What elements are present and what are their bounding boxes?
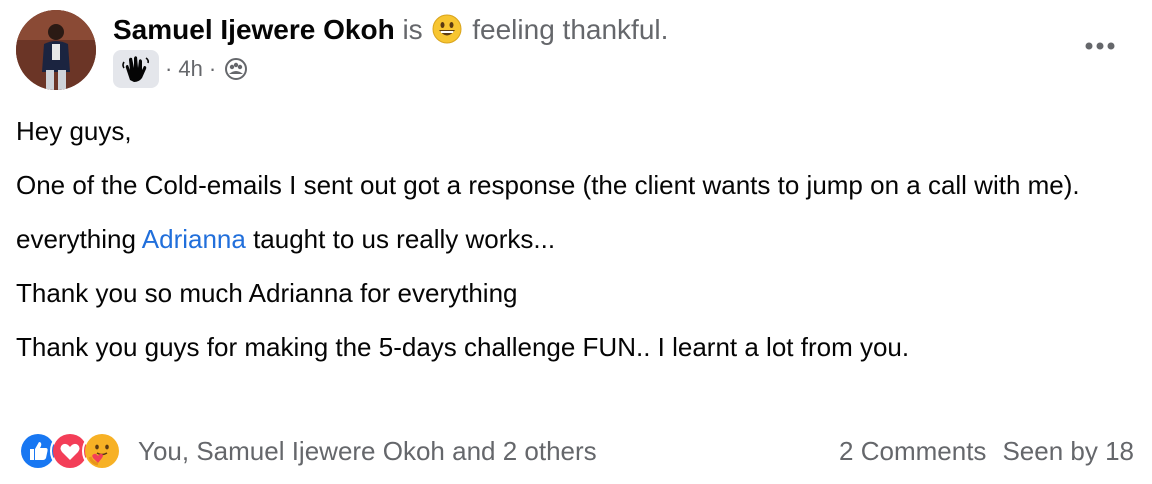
post-text: everything — [16, 224, 136, 254]
post-meta: · 4h · — [113, 50, 248, 88]
group-badge[interactable] — [113, 50, 159, 88]
comments-count[interactable]: 2 Comments — [839, 436, 986, 467]
post-paragraph: Thank you guys for making the 5-days cha… — [16, 332, 910, 362]
more-options-button[interactable] — [1078, 28, 1122, 64]
post-greeting: Hey guys, — [16, 116, 132, 146]
care-icon — [82, 431, 122, 471]
post-body: Hey guys, One of the Cold-emails I sent … — [16, 112, 1126, 382]
waving-hand-icon — [122, 56, 150, 82]
avatar[interactable] — [16, 10, 96, 90]
author-line: Samuel Ijewere Okoh is feeling thankful. — [113, 12, 668, 48]
post-paragraph: One of the Cold-emails I sent out got a … — [16, 170, 1080, 200]
profile-photo — [16, 10, 96, 90]
activity-text[interactable]: feeling thankful. — [472, 14, 668, 45]
reactors-summary[interactable]: You, Samuel Ijewere Okoh and 2 others — [138, 436, 597, 467]
author-name[interactable]: Samuel Ijewere Okoh — [113, 14, 395, 45]
post-paragraph: everything Adrianna taught to us really … — [16, 220, 1126, 258]
reaction-icons[interactable] — [18, 431, 122, 471]
activity-prefix: is — [402, 14, 423, 45]
mention-link[interactable]: Adrianna — [142, 224, 246, 254]
grinning-face-icon — [432, 14, 462, 44]
meta-separator: · — [208, 56, 217, 81]
seen-by-count[interactable]: Seen by 18 — [1002, 436, 1134, 467]
post-paragraph: Thank you so much Adrianna for everythin… — [16, 278, 518, 308]
group-members-icon[interactable] — [224, 57, 248, 81]
post-text: taught to us really works... — [253, 224, 556, 254]
more-options-icon — [1085, 42, 1115, 50]
meta-separator: · — [165, 56, 173, 81]
facebook-post: Samuel Ijewere Okoh is feeling thankful.… — [0, 0, 1152, 484]
post-time[interactable]: 4h — [178, 56, 202, 82]
post-footer: You, Samuel Ijewere Okoh and 2 others 2 … — [18, 428, 1134, 474]
